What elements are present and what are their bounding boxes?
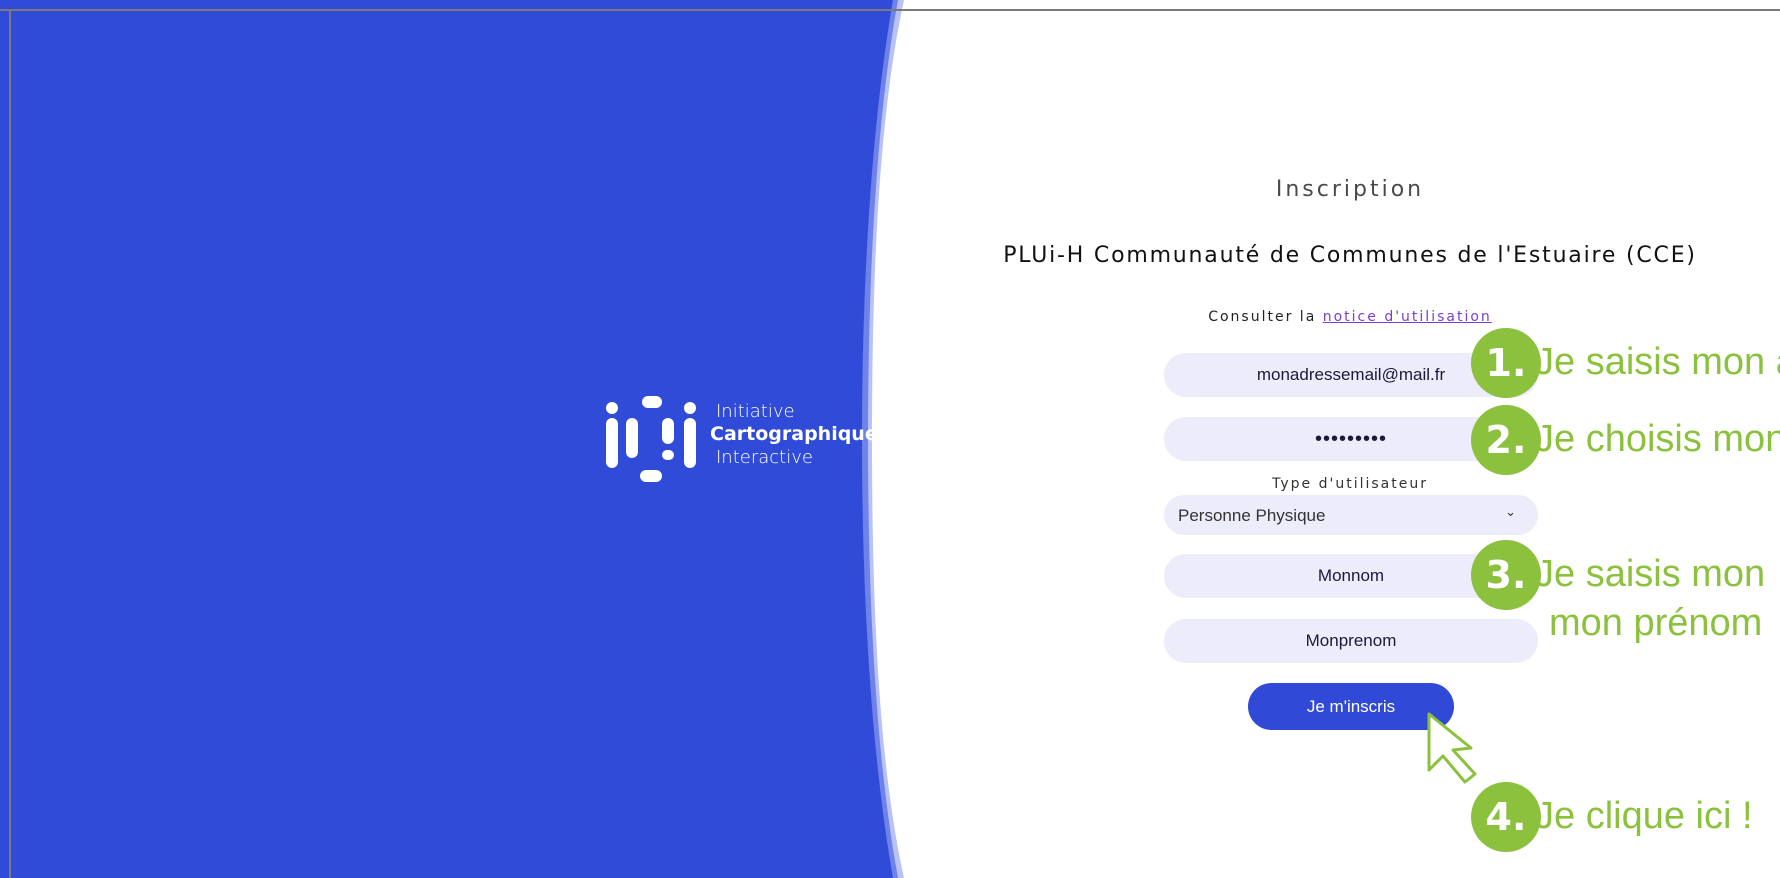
step-number-badge: 3. [1471,540,1541,610]
step-instruction: Je saisis mon [1535,553,1766,595]
window-border-left [9,9,11,878]
user-type-selected-value: Personne Physique [1178,506,1326,525]
logo-line-initiative: Initiative [716,401,795,422]
user-type-select[interactable]: Personne Physique ⌄ [1164,495,1538,535]
logo-line-cartographique: Cartographique [710,423,878,445]
step-instruction: Je clique ici ! [1535,795,1753,837]
step-instruction: Je saisis mon a [1535,341,1780,383]
project-subtitle: PLUi-H Communauté de Communes de l'Estua… [1003,243,1697,268]
notice-prefix: Consulter la [1208,309,1317,325]
step-instruction-line2: mon prénom [1549,602,1763,644]
mouse-pointer-icon [1427,712,1477,784]
chevron-down-icon: ⌄ [1505,505,1516,520]
prenom-field[interactable] [1164,619,1538,663]
ici-logo: Initiative Cartographique Interactive [604,394,878,482]
notice-line: Consulter la notice d'utilisation [1150,309,1550,325]
ici-logo-mark [606,396,696,482]
logo-line-interactive: Interactive [716,447,813,468]
window-border-top [0,9,1780,11]
page-title: Inscription [1275,177,1425,202]
logo-wordmark: Initiative Cartographique Interactive [710,400,878,469]
step-number-badge: 1. [1471,328,1541,398]
step-number-badge: 4. [1471,782,1541,852]
user-type-label: Type d'utilisateur [1272,476,1428,492]
notice-link[interactable]: notice d'utilisation [1323,309,1492,325]
step-number-badge: 2. [1471,405,1541,475]
step-instruction: Je choisis mon [1535,418,1780,460]
register-button[interactable]: Je m'inscris [1248,683,1454,730]
